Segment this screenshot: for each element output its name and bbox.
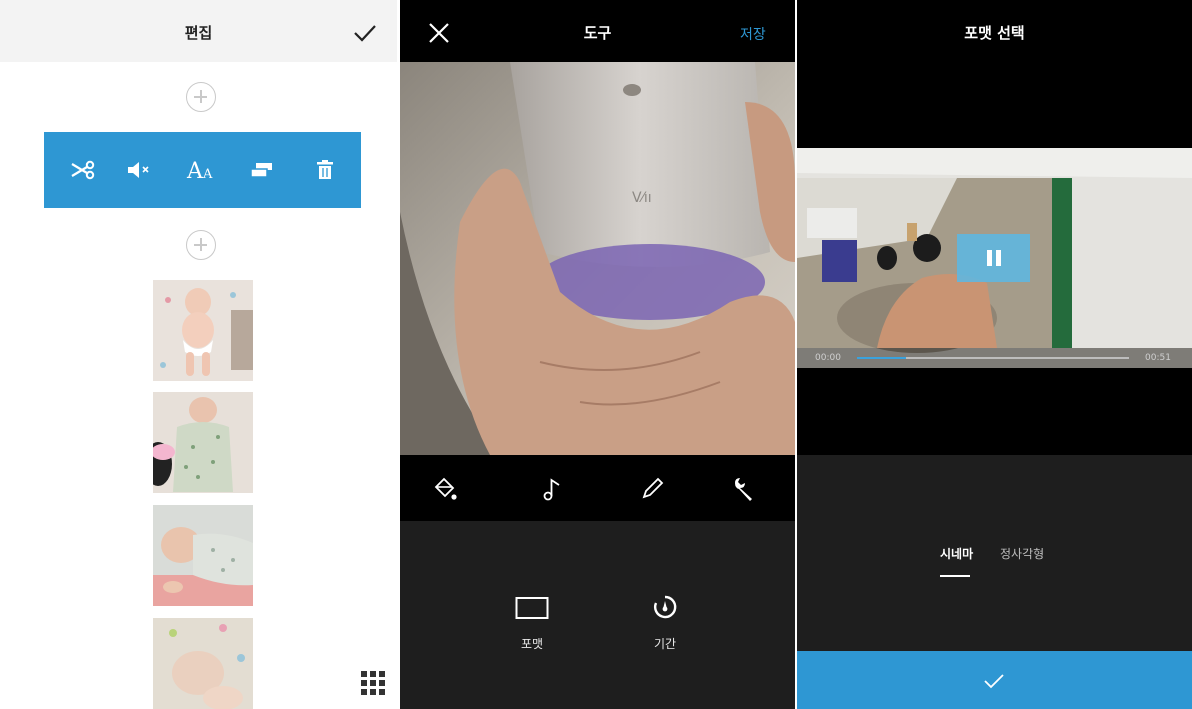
format-header: 포맷 선택: [797, 0, 1192, 62]
mute-icon[interactable]: [122, 154, 156, 186]
pencil-icon[interactable]: [638, 475, 666, 503]
selected-tab-indicator: [940, 575, 970, 577]
duplicate-icon[interactable]: [244, 154, 278, 186]
plus-circle-icon[interactable]: [186, 230, 216, 260]
music-note-icon[interactable]: [538, 475, 566, 503]
save-button[interactable]: 저장: [740, 24, 766, 44]
format-title: 포맷 선택: [964, 24, 1025, 42]
text-icon[interactable]: A A: [184, 154, 218, 186]
pause-button[interactable]: [957, 234, 1030, 282]
total-time: 00:51: [1145, 353, 1171, 363]
wrench-icon[interactable]: [730, 475, 758, 503]
seek-progress: [857, 357, 906, 359]
current-time: 00:00: [815, 353, 841, 363]
clip-thumbnail[interactable]: [153, 618, 253, 709]
video-preview: V⁄ıı: [400, 62, 795, 455]
svg-text:A: A: [202, 167, 213, 182]
tools-screen: 도구 저장 V⁄ıı 포맷 기간: [400, 0, 795, 709]
clip-thumbnail[interactable]: [153, 505, 253, 606]
seek-bar[interactable]: [857, 357, 1129, 359]
svg-text:V⁄ıı: V⁄ıı: [632, 190, 652, 206]
svg-text:A: A: [186, 159, 204, 183]
scissors-icon[interactable]: [66, 154, 100, 186]
plus-circle-icon[interactable]: [186, 82, 216, 112]
tools-tab-bar: [400, 455, 795, 521]
format-option-label: 포맷: [520, 637, 544, 651]
edit-title: 편집: [184, 24, 213, 42]
video-player[interactable]: 00:00 00:51: [797, 148, 1192, 368]
format-tab-cinema[interactable]: 시네마: [940, 545, 973, 562]
duration-timer-icon[interactable]: [651, 593, 679, 621]
check-icon[interactable]: [352, 22, 378, 44]
tools-options-panel: 포맷 기간: [400, 521, 795, 709]
confirm-button[interactable]: [797, 651, 1192, 709]
clip-thumbnail[interactable]: [153, 280, 253, 381]
edit-screen: 편집 A A: [0, 0, 397, 709]
clip-thumbnail[interactable]: [153, 392, 253, 493]
format-tab-square[interactable]: 정사각형: [1000, 545, 1044, 562]
clip-tools-bar: A A: [44, 132, 361, 208]
duration-option-label: 기간: [653, 637, 677, 651]
tools-header: 도구 저장: [400, 0, 795, 62]
trash-icon[interactable]: [308, 154, 342, 186]
paint-bucket-icon[interactable]: [430, 475, 458, 503]
tools-title: 도구: [583, 24, 612, 42]
check-icon: [984, 674, 1004, 689]
grid-icon[interactable]: [361, 671, 385, 695]
format-screen: 포맷 선택 00:00 00:51 시네마 정사각형: [797, 0, 1192, 709]
edit-header: 편집: [0, 0, 397, 62]
format-selector-panel: 시네마 정사각형: [797, 455, 1192, 651]
format-rectangle-icon[interactable]: [515, 596, 549, 620]
